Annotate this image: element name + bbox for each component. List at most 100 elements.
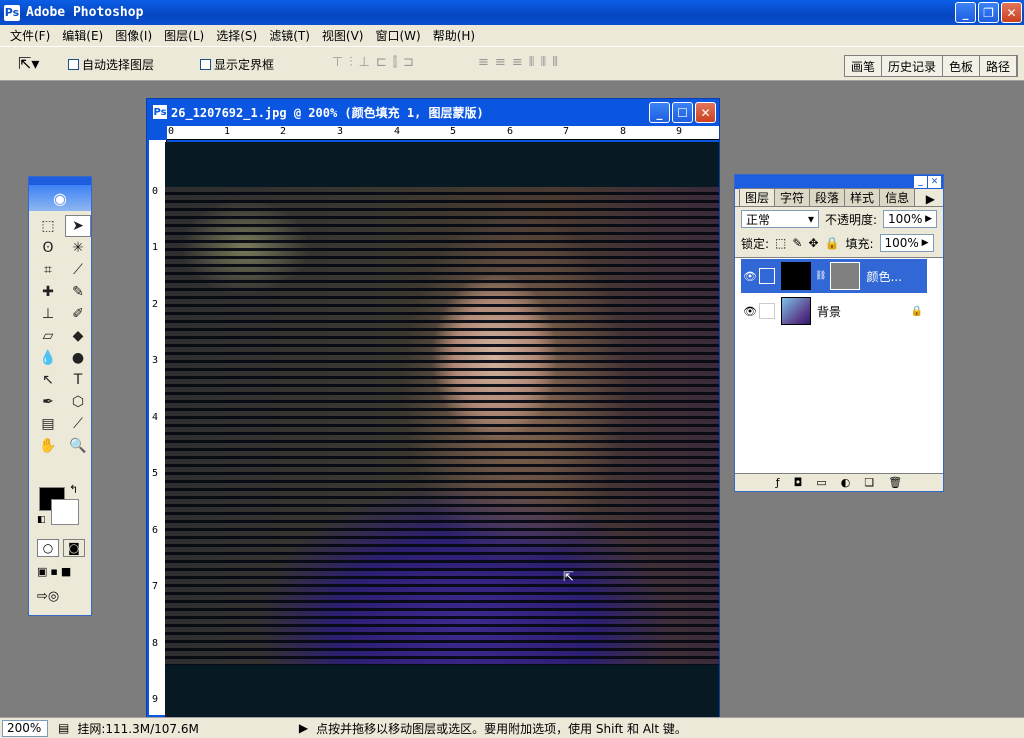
align-bottom-icon[interactable]: ⊥ <box>359 55 370 70</box>
dodge-tool-icon[interactable]: ● <box>65 347 91 369</box>
jump-to-imageready-icon[interactable]: ⇨◎ <box>37 589 59 604</box>
photoshop-eye-logo-icon[interactable]: ◉ <box>29 185 91 211</box>
tab-layers[interactable]: 图层 <box>739 188 776 206</box>
toolbox-header[interactable] <box>29 177 91 185</box>
layers-panel-titlebar[interactable]: _ ✕ <box>735 175 943 189</box>
eraser-tool-icon[interactable]: ▱ <box>35 325 61 347</box>
tab-styles[interactable]: 样式 <box>844 188 881 206</box>
image-canvas[interactable]: ⇱ <box>165 142 719 720</box>
screen-mode-standard-icon[interactable]: ▣ <box>37 565 47 578</box>
align-hcenter-icon[interactable]: ⫿ <box>393 55 397 70</box>
screen-mode-full-icon[interactable]: ■ <box>61 565 71 578</box>
shape-tool-icon[interactable]: ⬡ <box>65 391 91 413</box>
auto-select-checkbox[interactable] <box>68 59 79 70</box>
menu-view[interactable]: 视图(V) <box>316 27 370 44</box>
new-group-icon[interactable]: ▭ <box>816 476 826 489</box>
fill-field[interactable]: 100% ▶ <box>879 234 934 252</box>
magic-wand-tool-icon[interactable]: ✳ <box>65 237 91 259</box>
chain-link-icon[interactable]: ⛓ <box>815 271 826 281</box>
type-tool-icon[interactable]: T <box>65 369 91 391</box>
notes-tool-icon[interactable]: ▤ <box>35 413 61 435</box>
restore-button[interactable]: ❐ <box>978 2 999 23</box>
distribute-vcenter-icon[interactable]: ≡ <box>495 55 506 70</box>
menu-help[interactable]: 帮助(H) <box>427 27 481 44</box>
opacity-slider-arrow-icon[interactable]: ▶ <box>925 214 932 224</box>
standard-mode-icon[interactable]: ○ <box>37 539 59 557</box>
document-icon[interactable]: Ps <box>153 105 167 119</box>
panel-minimize-button[interactable]: _ <box>914 176 927 188</box>
panel-close-button[interactable]: ✕ <box>928 176 941 188</box>
layer-style-icon[interactable]: ƒ <box>776 476 780 489</box>
healing-brush-tool-icon[interactable]: ✚ <box>35 281 61 303</box>
path-selection-tool-icon[interactable]: ↖ <box>35 369 61 391</box>
horizontal-ruler[interactable]: 0 1 2 3 4 5 6 7 8 9 <box>167 126 719 140</box>
quick-mask-mode-icon[interactable]: ◙ <box>63 539 85 557</box>
well-tab-swatches[interactable]: 色板 <box>942 56 980 76</box>
add-mask-icon[interactable]: ◘ <box>794 476 803 489</box>
tab-paragraph[interactable]: 段落 <box>809 188 846 206</box>
trash-icon[interactable]: 🗑 <box>888 476 902 489</box>
show-bounds-checkbox[interactable] <box>200 59 211 70</box>
distribute-top-icon[interactable]: ≡ <box>478 55 489 70</box>
slice-tool-icon[interactable]: ⟋ <box>65 259 91 281</box>
doc-maximize-button[interactable]: ☐ <box>672 102 693 123</box>
hand-tool-icon[interactable]: ✋ <box>35 435 61 457</box>
layer-mask-link-icon[interactable] <box>759 268 775 284</box>
lock-pixels-icon[interactable]: ✎ <box>792 236 802 250</box>
menu-edit[interactable]: 编辑(E) <box>56 27 109 44</box>
screen-mode-full-menu-icon[interactable]: ▪ <box>50 565 57 578</box>
background-color-swatch[interactable] <box>51 499 79 525</box>
blend-mode-select[interactable]: 正常 ▾ <box>741 210 819 228</box>
distribute-bottom-icon[interactable]: ≡ <box>512 55 523 70</box>
menu-file[interactable]: 文件(F) <box>4 27 56 44</box>
fill-slider-arrow-icon[interactable]: ▶ <box>922 238 929 248</box>
paint-bucket-tool-icon[interactable]: ◆ <box>65 325 91 347</box>
minimize-button[interactable]: _ <box>955 2 976 23</box>
visibility-eye-icon[interactable]: 👁 <box>741 270 759 283</box>
menu-filter[interactable]: 滤镜(T) <box>263 27 316 44</box>
align-top-icon[interactable]: ⊤ <box>332 55 343 70</box>
layer-link-slot[interactable] <box>759 303 775 319</box>
distribute-right-icon[interactable]: ⦀ <box>552 55 558 70</box>
lasso-tool-icon[interactable]: ʘ <box>35 237 61 259</box>
opacity-field[interactable]: 100% ▶ <box>883 210 938 228</box>
brush-tool-icon[interactable]: ✎ <box>65 281 91 303</box>
menu-select[interactable]: 选择(S) <box>210 27 263 44</box>
align-left-icon[interactable]: ⊏ <box>376 55 387 70</box>
lock-transparency-icon[interactable]: ⬚ <box>775 236 786 250</box>
menu-window[interactable]: 窗口(W) <box>369 27 426 44</box>
well-tab-history[interactable]: 历史记录 <box>881 56 943 76</box>
well-tab-paths[interactable]: 路径 <box>979 56 1017 76</box>
eyedropper-tool-icon[interactable]: ⟋ <box>65 413 91 435</box>
photoshop-icon[interactable]: Ps <box>4 4 20 21</box>
tab-info[interactable]: 信息 <box>879 188 916 206</box>
new-layer-icon[interactable]: ❏ <box>864 476 874 489</box>
zoom-tool-icon[interactable]: 🔍 <box>65 435 91 457</box>
doc-minimize-button[interactable]: _ <box>649 102 670 123</box>
pen-tool-icon[interactable]: ✒ <box>35 391 61 413</box>
zoom-field[interactable]: 200% <box>2 719 48 737</box>
align-vcenter-icon[interactable]: ⫶ <box>349 55 352 70</box>
marquee-tool-icon[interactable]: ⬚ <box>35 215 61 237</box>
menu-layer[interactable]: 图层(L) <box>158 27 210 44</box>
layer-row-background[interactable]: 👁 背景 🔒 <box>741 294 927 328</box>
doc-close-button[interactable]: ✕ <box>695 102 716 123</box>
lock-all-icon[interactable]: 🔒 <box>825 236 840 250</box>
swap-colors-icon[interactable]: ↰ <box>69 483 78 496</box>
doc-info-icon[interactable]: ▤ <box>58 721 69 735</box>
crop-tool-icon[interactable]: ⌗ <box>35 259 61 281</box>
lock-position-icon[interactable]: ✥ <box>808 236 818 250</box>
distribute-hcenter-icon[interactable]: ⦀ <box>540 55 546 70</box>
tab-character[interactable]: 字符 <box>774 188 811 206</box>
blur-tool-icon[interactable]: 💧 <box>35 347 61 369</box>
panel-menu-arrow-icon[interactable]: ▶ <box>921 192 940 206</box>
default-colors-icon[interactable]: ◧ <box>37 515 46 525</box>
move-tool-preset-icon[interactable]: ⇱▾ <box>18 54 39 73</box>
align-right-icon[interactable]: ⊐ <box>403 55 414 70</box>
status-arrow-icon[interactable]: ▶ <box>299 721 308 735</box>
move-tool-icon[interactable]: ➤ <box>65 215 91 237</box>
history-brush-tool-icon[interactable]: ✐ <box>65 303 91 325</box>
auto-select-layer-option[interactable]: 自动选择图层 <box>68 56 154 73</box>
clone-stamp-tool-icon[interactable]: ⊥ <box>35 303 61 325</box>
visibility-eye-icon[interactable]: 👁 <box>741 305 759 318</box>
